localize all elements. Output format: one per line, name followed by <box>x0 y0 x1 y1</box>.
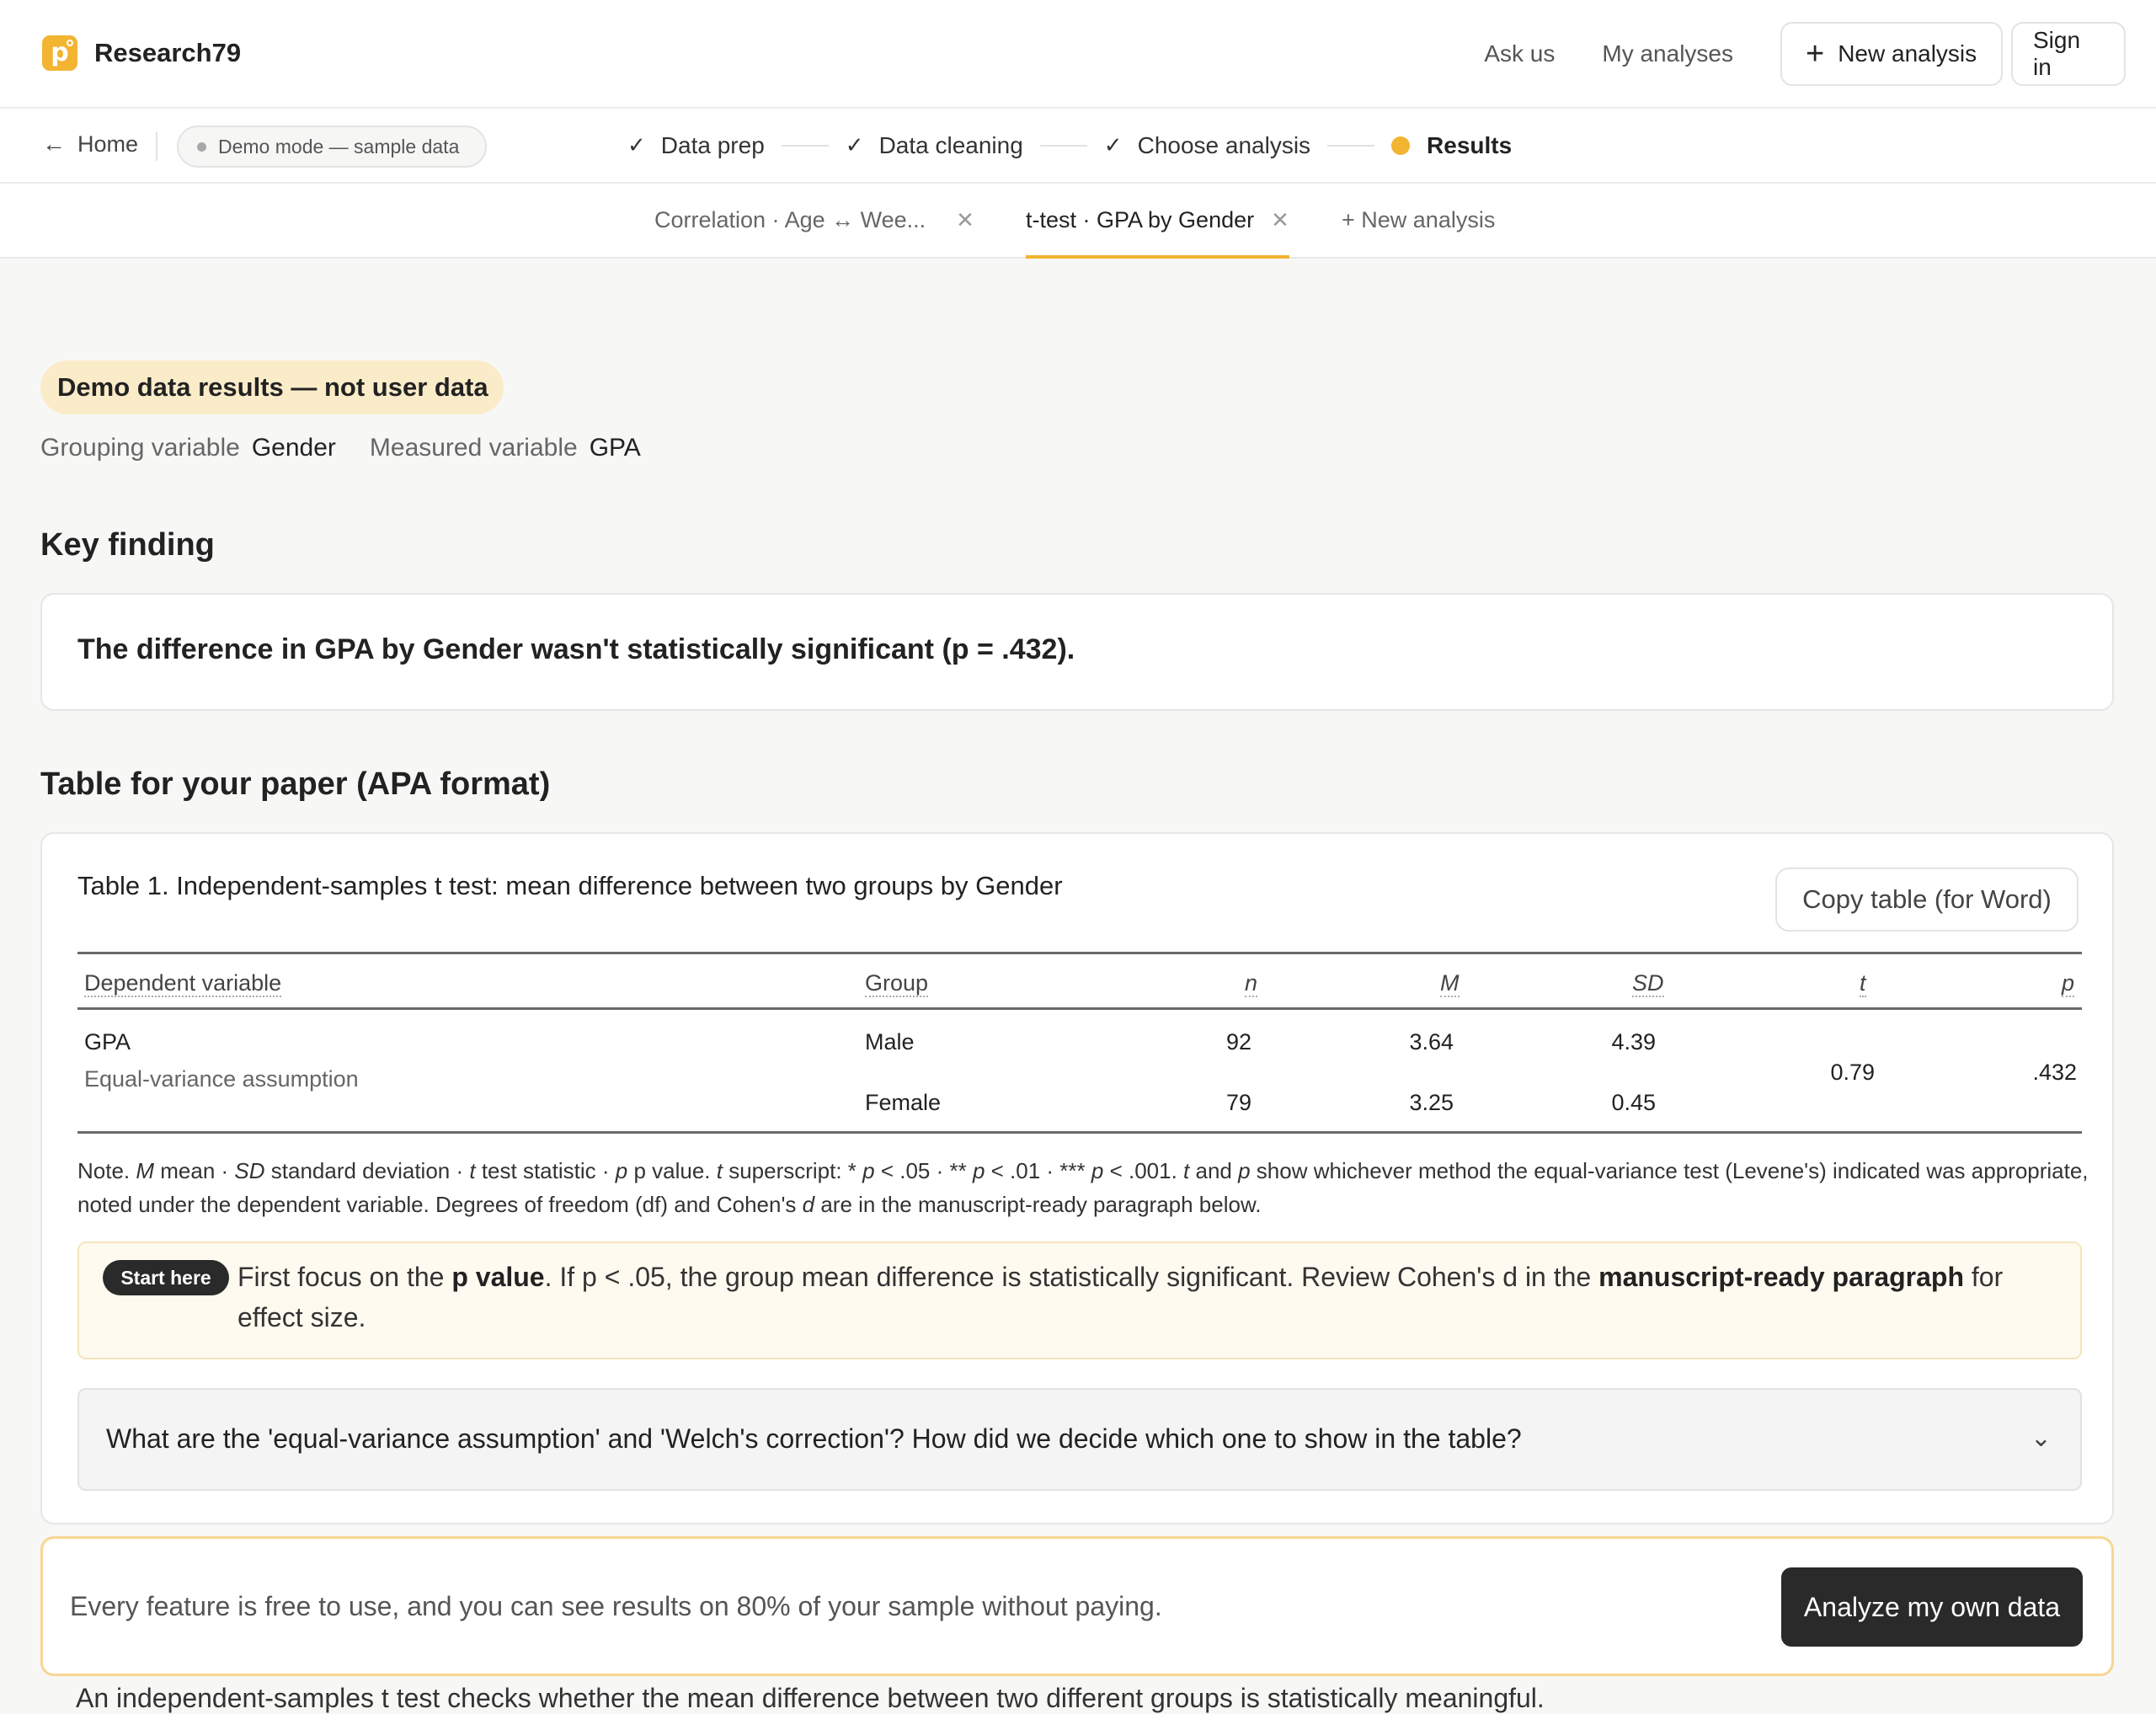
table-cell-p: .432 <box>2032 1060 2077 1085</box>
step-label: Results <box>1427 131 1513 158</box>
col-header-n: n <box>1245 970 1258 997</box>
ask-us-link[interactable]: Ask us <box>1484 40 1555 67</box>
variable-summary: Grouping variable Gender Measured variab… <box>40 434 675 462</box>
apa-table-card: Table 1. Independent-samples t test: mea… <box>40 832 2114 1524</box>
start-here-callout: Start here First focus on the p value. I… <box>77 1241 2082 1359</box>
table-cell-dv-note: Equal-variance assumption <box>84 1066 359 1092</box>
col-header-dependent-variable: Dependent variable <box>84 970 282 997</box>
tab-label: Correlation · Age ↔ Wee... <box>654 207 926 232</box>
copy-table-button[interactable]: Copy table (for Word) <box>1775 868 2079 932</box>
table-rule <box>77 952 2082 954</box>
measured-variable-value: GPA <box>589 434 641 462</box>
brand[interactable]: p Research79 <box>42 35 241 71</box>
start-here-text: First focus on the p value. If p < .05, … <box>237 1262 2004 1332</box>
table-cell-n: 79 <box>1225 1090 1251 1115</box>
step-connector <box>1327 144 1375 147</box>
col-header-group: Group <box>865 970 929 997</box>
step-connector <box>781 144 829 147</box>
table-cell-sd: 0.45 <box>1611 1090 1656 1115</box>
step-data-cleaning[interactable]: ✓ Data cleaning <box>846 132 1023 159</box>
table-caption: Table 1. Independent-samples t test: mea… <box>77 871 1063 900</box>
cta-banner: Every feature is free to use, and you ca… <box>40 1536 2114 1676</box>
table-cell-sd: 4.39 <box>1611 1029 1656 1055</box>
table-cell-m: 3.64 <box>1409 1029 1454 1055</box>
col-header-t: t <box>1860 970 1866 997</box>
chevron-down-icon: ⌄ <box>2030 1424 2052 1452</box>
table-cell-t: 0.79 <box>1830 1060 1875 1085</box>
step-label: Data cleaning <box>878 131 1023 158</box>
analyze-own-data-button[interactable]: Analyze my own data <box>1781 1567 2083 1647</box>
col-header-sd: SD <box>1632 970 1664 997</box>
current-step-dot-icon <box>1391 136 1411 155</box>
new-analysis-button[interactable]: + New analysis <box>1780 22 2003 86</box>
cta-text: Every feature is free to use, and you ca… <box>70 1591 1162 1621</box>
table-cell-group: Male <box>865 1029 915 1055</box>
table-cell-group: Female <box>865 1090 942 1115</box>
table-cell-n: 92 <box>1225 1029 1251 1055</box>
key-finding-text: The difference in GPA by Gender wasn't s… <box>77 633 1075 665</box>
divider <box>156 132 157 161</box>
tab-new-analysis[interactable]: + New analysis <box>1342 184 1495 257</box>
new-analysis-label: New analysis <box>1838 40 1977 67</box>
check-icon: ✓ <box>627 132 646 158</box>
faq-accordion[interactable]: What are the 'equal-variance assumption'… <box>77 1388 2082 1491</box>
col-header-m: M <box>1440 970 1460 997</box>
brand-logo: p <box>42 35 77 71</box>
top-navbar: p Research79 Ask us My analyses + New an… <box>0 0 2156 109</box>
step-choose-analysis[interactable]: ✓ Choose analysis <box>1104 132 1310 159</box>
brand-name: Research79 <box>94 38 242 67</box>
demo-results-badge: Demo data results — not user data <box>40 360 504 414</box>
my-analyses-link[interactable]: My analyses <box>1602 40 1733 67</box>
grouping-variable-value: Gender <box>251 434 336 462</box>
demo-mode-label: Demo mode — sample data <box>218 135 460 158</box>
check-icon: ✓ <box>845 132 864 158</box>
tab-correlation[interactable]: Correlation · Age ↔ Wee... ✕ <box>654 184 974 257</box>
table-note: Note. M mean · SD standard deviation · t… <box>77 1158 2089 1217</box>
table-rule <box>77 1007 2082 1010</box>
key-finding-card: The difference in GPA by Gender wasn't s… <box>40 593 2114 711</box>
tab-t-test[interactable]: t-test · GPA by Gender ✕ <box>1026 184 1289 259</box>
table-rule <box>77 1131 2082 1134</box>
sign-in-button[interactable]: Sign in <box>2011 22 2126 86</box>
close-icon[interactable]: ✕ <box>956 207 974 233</box>
home-link[interactable]: ← Home <box>42 131 138 158</box>
step-connector <box>1039 144 1087 147</box>
tab-label: t-test · GPA by Gender <box>1026 207 1255 232</box>
analysis-tabs: Correlation · Age ↔ Wee... ✕ t-test · GP… <box>0 184 2156 259</box>
demo-mode-pill: Demo mode — sample data <box>177 125 487 168</box>
plus-icon: + <box>1806 36 1825 72</box>
step-results[interactable]: Results <box>1391 132 1512 159</box>
step-label: Data prep <box>660 131 765 158</box>
measured-variable-label: Measured variable <box>369 434 578 462</box>
arrow-left-icon: ← <box>42 131 66 157</box>
key-finding-heading: Key finding <box>40 527 215 563</box>
table-cell-m: 3.25 <box>1409 1090 1454 1115</box>
col-header-p: p <box>2062 970 2075 997</box>
start-here-badge: Start here <box>103 1260 229 1295</box>
step-label: Choose analysis <box>1137 131 1311 158</box>
table-section-heading: Table for your paper (APA format) <box>40 766 551 802</box>
explanation-paragraph: An independent-samples t test checks whe… <box>76 1683 1545 1713</box>
faq-question: What are the 'equal-variance assumption'… <box>106 1423 1522 1454</box>
step-bar: ← Home Demo mode — sample data ✓ Data pr… <box>0 109 2156 184</box>
nav-right: Ask us My analyses + New analysis Sign i… <box>1484 22 2126 86</box>
table-cell-dv: GPA <box>84 1029 131 1055</box>
check-icon: ✓ <box>1103 132 1123 158</box>
grouping-variable-label: Grouping variable <box>40 434 240 462</box>
status-dot-icon <box>197 141 206 152</box>
step-data-prep[interactable]: ✓ Data prep <box>627 132 765 159</box>
progress-steps: ✓ Data prep ✓ Data cleaning ✓ Choose ana… <box>627 109 1512 182</box>
close-icon[interactable]: ✕ <box>1271 207 1289 233</box>
home-label: Home <box>77 131 139 157</box>
